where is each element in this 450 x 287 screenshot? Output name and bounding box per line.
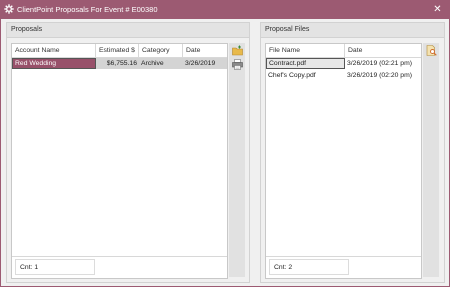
proposal-files-panel-header: Proposal Files [261,23,444,38]
column-header-file-name[interactable]: File Name [266,44,345,57]
file-name-cell[interactable]: Contract.pdf [266,58,345,69]
column-header-category[interactable]: Category [139,44,183,57]
proposal-files-panel: Proposal Files File Name Date Contract.p… [260,22,445,283]
search-document-icon[interactable] [426,45,437,56]
proposal-files-grid[interactable]: File Name Date Contract.pdf 3/26/2019 (0… [265,43,422,279]
window-title: ClientPoint Proposals For Event # E00380 [17,5,158,14]
proposal-files-panel-title: Proposal Files [265,26,310,33]
proposals-grid-header: Account Name Estimated $ Category Date [12,44,227,58]
proposal-files-count: Cnt: 2 [269,259,349,275]
table-row[interactable]: Contract.pdf 3/26/2019 (02:21 pm) [266,58,421,69]
proposals-count: Cnt: 1 [15,259,95,275]
column-header-estimated[interactable]: Estimated $ [96,44,139,57]
proposal-files-grid-footer: Cnt: 2 [266,256,421,278]
proposals-grid-footer: Cnt: 1 [12,256,227,278]
file-date-cell[interactable]: 3/26/2019 (02:21 pm) [345,58,421,69]
file-date-cell[interactable]: 3/26/2019 (02:20 pm) [345,70,421,81]
proposals-panel-title: Proposals [11,26,43,33]
proposals-toolstrip [229,43,245,277]
proposals-panel-header: Proposals [7,23,249,38]
proposals-panel: Proposals Account Name Estimated $ Categ… [6,22,250,283]
close-button[interactable]: ✕ [431,3,444,16]
proposals-grid[interactable]: Account Name Estimated $ Category Date R… [11,43,228,279]
account-name-cell[interactable]: Red Wedding [12,58,96,69]
proposal-files-toolstrip [423,43,439,277]
column-header-date[interactable]: Date [183,44,227,57]
category-cell[interactable]: Archive [139,58,183,69]
file-name-cell[interactable]: Chef's Copy.pdf [266,70,345,81]
column-header-file-date[interactable]: Date [345,44,421,57]
estimated-cell[interactable]: $6,755.16 [96,58,139,69]
proposal-files-grid-header: File Name Date [266,44,421,58]
date-cell[interactable]: 3/26/2019 [183,58,227,69]
printer-icon[interactable] [232,59,243,70]
column-header-account-name[interactable]: Account Name [12,44,96,57]
title-bar[interactable]: ClientPoint Proposals For Event # E00380… [0,0,450,19]
window-content: Proposals Account Name Estimated $ Categ… [1,19,449,286]
close-icon: ✕ [433,4,442,15]
table-row[interactable]: Red Wedding $6,755.16 Archive 3/26/2019 [12,58,227,69]
gear-icon [4,4,14,14]
proposals-window: ClientPoint Proposals For Event # E00380… [0,0,450,287]
folder-add-icon[interactable] [232,45,243,56]
table-row[interactable]: Chef's Copy.pdf 3/26/2019 (02:20 pm) [266,70,421,81]
